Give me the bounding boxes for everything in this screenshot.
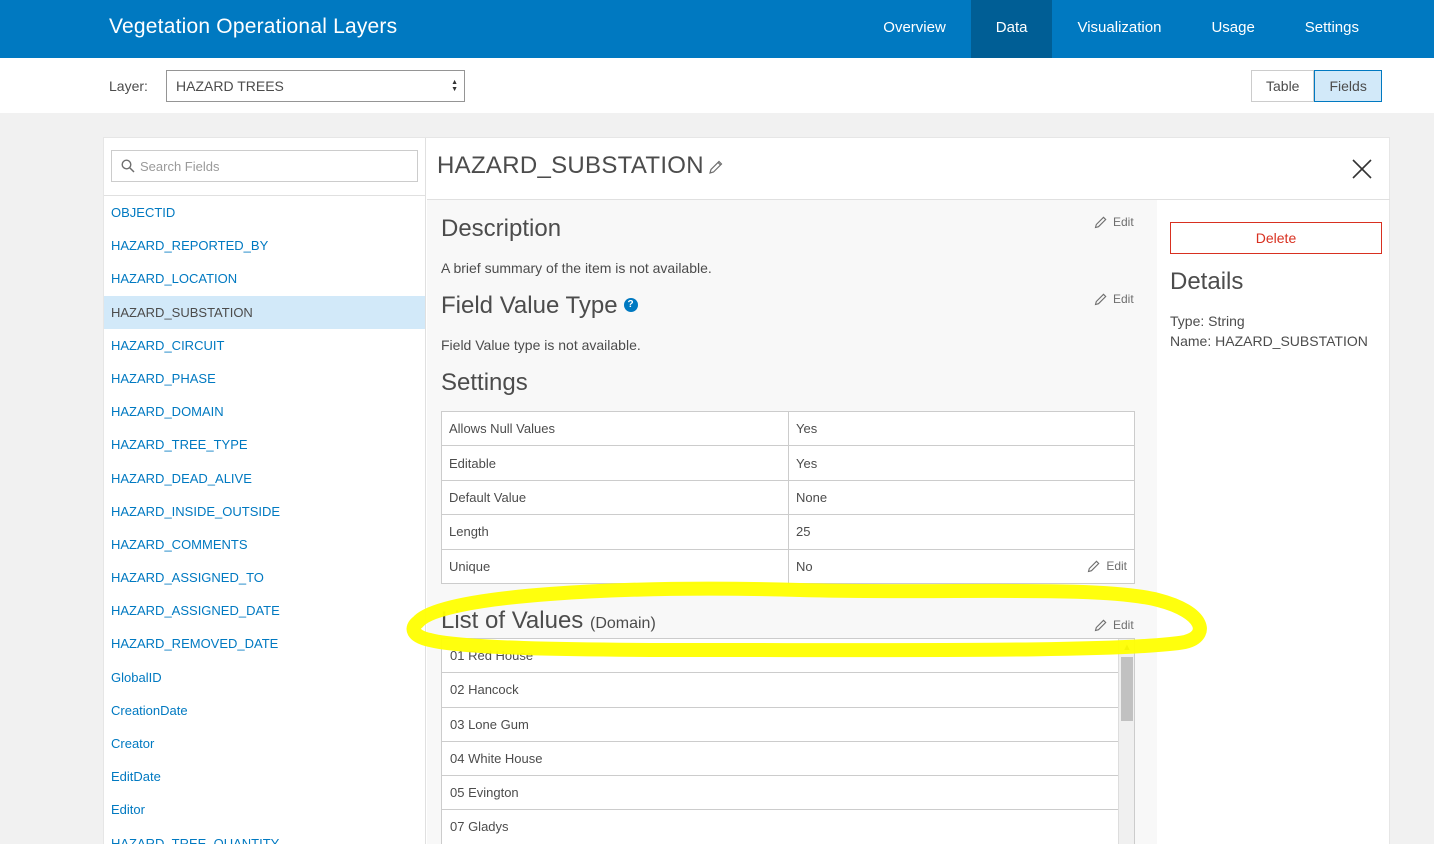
field-item-hazard-dead-alive[interactable]: HAZARD_DEAD_ALIVE <box>104 462 425 495</box>
layer-select[interactable]: HAZARD TREES ▲ ▼ <box>166 70 465 102</box>
tab-visualization[interactable]: Visualization <box>1052 0 1186 58</box>
field-item-hazard-circuit[interactable]: HAZARD_CIRCUIT <box>104 329 425 362</box>
field-title: HAZARD_SUBSTATION <box>437 152 704 179</box>
domain-list: 01 Red House 02 Hancock 03 Lone Gum 04 W… <box>442 639 1118 844</box>
setting-name: Allows Null Values <box>441 410 789 447</box>
domain-values-list[interactable]: 01 Red House 02 Hancock 03 Lone Gum 04 W… <box>441 638 1135 844</box>
setting-name: Default Value <box>441 479 789 516</box>
table-row: Allows Null Values Yes <box>441 410 1135 447</box>
pencil-icon <box>1094 293 1107 306</box>
domain-subtitle: (Domain) <box>589 615 656 632</box>
field-list-column: OBJECTID HAZARD_REPORTED_BY HAZARD_LOCAT… <box>104 138 426 844</box>
field-item-hazard-tree-quantity[interactable]: HAZARD_TREE_QUANTITY <box>104 827 425 844</box>
fields-panel: OBJECTID HAZARD_REPORTED_BY HAZARD_LOCAT… <box>103 137 1390 844</box>
layer-select-value: HAZARD TREES <box>176 78 284 94</box>
field-item-hazard-reported-by[interactable]: HAZARD_REPORTED_BY <box>104 229 425 262</box>
field-item-hazard-domain[interactable]: HAZARD_DOMAIN <box>104 395 425 428</box>
field-item-hazard-assigned-to[interactable]: HAZARD_ASSIGNED_TO <box>104 561 425 594</box>
search-fields-input[interactable] <box>140 157 410 175</box>
scroll-up-icon[interactable]: ▲ <box>1119 639 1134 655</box>
list-item: 05 Evington <box>442 776 1118 811</box>
setting-value: Yes <box>788 445 1135 481</box>
search-box <box>111 150 418 182</box>
setting-value-cell: No Edit <box>788 548 1135 584</box>
field-item-hazard-location[interactable]: HAZARD_LOCATION <box>104 262 425 295</box>
layer-bar: Layer: HAZARD TREES ▲ ▼ Table Fields <box>0 58 1434 113</box>
description-heading: Description <box>441 215 562 242</box>
value-type-text: Field Value type is not available. <box>441 337 641 353</box>
scrollbar-thumb[interactable] <box>1121 657 1133 721</box>
description-edit-link[interactable]: Edit <box>1094 215 1134 229</box>
app-title: Vegetation Operational Layers <box>109 15 398 38</box>
list-item: 01 Red House <box>442 639 1118 674</box>
domain-edit-link[interactable]: Edit <box>1094 618 1134 632</box>
pencil-icon <box>1094 619 1107 632</box>
field-item-editor[interactable]: Editor <box>104 793 425 826</box>
settings-table: Allows Null Values Yes Editable Yes Defa… <box>441 410 1135 584</box>
field-item-hazard-inside-outside[interactable]: HAZARD_INSIDE_OUTSIDE <box>104 495 425 528</box>
table-row: Default Value None <box>441 479 1135 516</box>
pencil-icon <box>1088 560 1100 572</box>
setting-value: No <box>796 558 813 574</box>
edit-label: Edit <box>1113 292 1134 306</box>
list-item: 07 Gladys <box>442 810 1118 844</box>
value-type-title: Field Value Type <box>441 292 618 319</box>
domain-title: List of Values <box>441 607 584 634</box>
description-text: A brief summary of the item is not avail… <box>441 260 712 276</box>
select-arrows-icon: ▲ ▼ <box>451 79 458 93</box>
tab-data[interactable]: Data <box>970 0 1053 58</box>
settings-heading: Settings <box>441 369 528 396</box>
list-item: 03 Lone Gum <box>442 708 1118 742</box>
details-name: Name: HAZARD_SUBSTATION <box>1170 333 1368 349</box>
setting-value: 25 <box>788 514 1135 550</box>
list-item: 02 Hancock <box>442 673 1118 708</box>
edit-label: Edit <box>1113 215 1134 229</box>
field-item-hazard-phase[interactable]: HAZARD_PHASE <box>104 362 425 395</box>
pencil-icon <box>1094 216 1107 229</box>
tab-overview[interactable]: Overview <box>858 0 971 58</box>
search-icon <box>121 159 135 173</box>
setting-name: Length <box>441 514 789 550</box>
table-row: Editable Yes <box>441 445 1135 481</box>
field-item-hazard-tree-type[interactable]: HAZARD_TREE_TYPE <box>104 428 425 461</box>
scrollbar[interactable]: ▲ <box>1118 639 1134 844</box>
field-item-editdate[interactable]: EditDate <box>104 760 425 793</box>
app-header: Vegetation Operational Layers Overview D… <box>0 0 1434 58</box>
edit-name-pencil-icon[interactable] <box>708 159 724 175</box>
field-item-globalid[interactable]: GlobalID <box>104 661 425 694</box>
field-item-hazard-removed-date[interactable]: HAZARD_REMOVED_DATE <box>104 627 425 660</box>
field-item-hazard-assigned-date[interactable]: HAZARD_ASSIGNED_DATE <box>104 594 425 627</box>
table-view-button[interactable]: Table <box>1251 70 1315 102</box>
table-row: Length 25 <box>441 514 1135 550</box>
setting-value: Yes <box>788 410 1135 447</box>
field-item-hazard-substation[interactable]: HAZARD_SUBSTATION <box>104 295 425 329</box>
list-item: 04 White House <box>442 742 1118 777</box>
value-type-edit-link[interactable]: Edit <box>1094 292 1134 306</box>
settings-edit-link[interactable]: Edit <box>1087 559 1127 573</box>
fields-view-button[interactable]: Fields <box>1314 70 1382 102</box>
delete-button[interactable]: Delete <box>1170 222 1382 254</box>
details-type: Type: String <box>1170 313 1245 329</box>
details-heading: Details <box>1170 268 1244 295</box>
field-item-hazard-comments[interactable]: HAZARD_COMMENTS <box>104 528 425 561</box>
edit-label: Edit <box>1106 558 1127 573</box>
close-icon[interactable] <box>1351 158 1373 180</box>
layer-label: Layer: <box>109 78 148 94</box>
field-item-creationdate[interactable]: CreationDate <box>104 694 425 727</box>
table-row: Unique No Edit <box>441 548 1135 584</box>
value-type-heading: Field Value Type? <box>441 292 638 320</box>
domain-heading: List of Values (Domain) <box>441 607 656 635</box>
setting-name: Editable <box>441 445 789 481</box>
setting-name: Unique <box>441 548 789 584</box>
edit-label: Edit <box>1113 618 1134 632</box>
view-toggle: Table Fields <box>1251 70 1382 102</box>
tab-usage[interactable]: Usage <box>1186 0 1279 58</box>
setting-value: None <box>788 479 1135 516</box>
field-item-creator[interactable]: Creator <box>104 727 425 760</box>
field-item-objectid[interactable]: OBJECTID <box>104 196 425 229</box>
top-nav: Overview Data Visualization Usage Settin… <box>858 0 1434 58</box>
tab-settings[interactable]: Settings <box>1280 0 1434 58</box>
help-icon[interactable]: ? <box>623 297 638 312</box>
field-list: OBJECTID HAZARD_REPORTED_BY HAZARD_LOCAT… <box>104 196 425 844</box>
